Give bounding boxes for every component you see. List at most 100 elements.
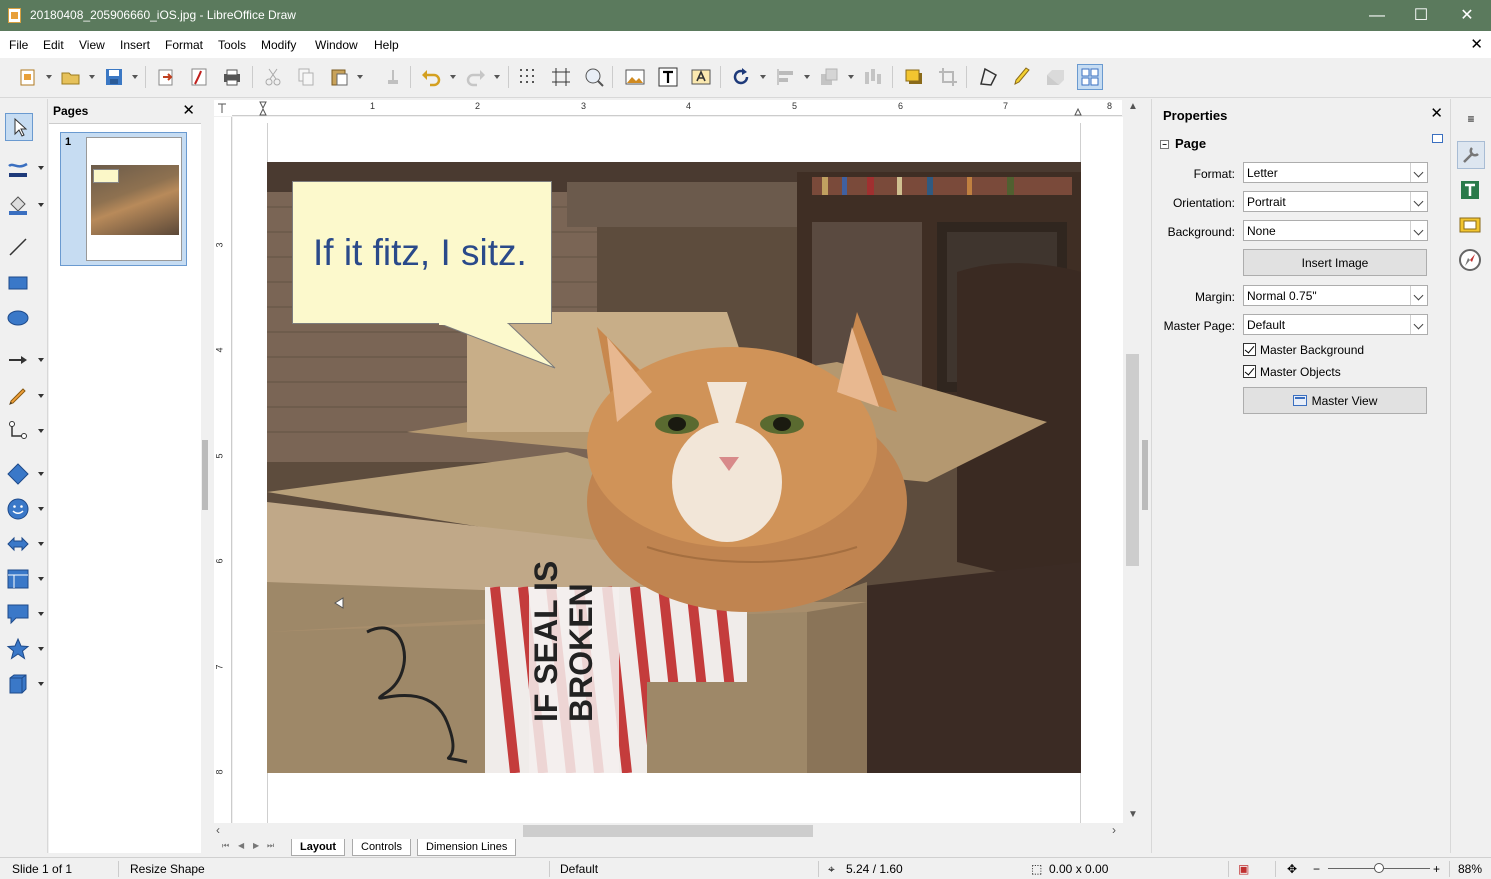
first-tab-icon[interactable]: ⏮ — [222, 841, 229, 851]
callout-text[interactable]: If it fitz, I sitz. — [313, 232, 527, 274]
tab-dimension-lines[interactable]: Dimension Lines — [417, 839, 517, 856]
minimize-button[interactable]: — — [1354, 0, 1400, 31]
format-dropdown[interactable]: Letter — [1243, 162, 1428, 183]
last-tab-icon[interactable]: ⏭ — [267, 841, 274, 851]
ellipse-icon[interactable] — [6, 306, 30, 330]
block-arrows-icon[interactable] — [6, 532, 30, 556]
curve-icon[interactable] — [6, 384, 30, 408]
checkbox-checked-icon[interactable] — [1243, 343, 1256, 356]
document-modified-icon[interactable]: ▣ — [1238, 862, 1249, 876]
fontwork-icon[interactable] — [690, 66, 712, 88]
basic-shapes-icon[interactable] — [6, 462, 30, 486]
new-icon[interactable] — [17, 66, 39, 88]
clone-formatting-icon[interactable] — [382, 66, 404, 88]
horizontal-ruler[interactable]: 1 2 3 4 5 6 7 8 — [232, 100, 1122, 116]
vertical-scrollbar[interactable]: ▲ ▼ — [1124, 99, 1141, 825]
menu-window[interactable]: Window — [315, 38, 358, 52]
page-section-header[interactable]: − Page — [1160, 136, 1206, 151]
grid-icon[interactable] — [517, 66, 539, 88]
chevron-down-icon[interactable] — [1410, 192, 1427, 211]
left-pane-splitter[interactable] — [202, 440, 208, 510]
zoom-in-button[interactable]: + — [1433, 862, 1440, 876]
stars-icon[interactable] — [6, 637, 30, 661]
selection-handle[interactable] — [333, 597, 347, 609]
checkbox-checked-icon[interactable] — [1243, 365, 1256, 378]
rectangle-icon[interactable] — [6, 271, 30, 295]
menu-format[interactable]: Format — [165, 38, 203, 52]
close-document-button[interactable]: ✕ — [1470, 35, 1483, 53]
scroll-right-icon[interactable]: › — [1112, 823, 1116, 837]
menu-edit[interactable]: Edit — [43, 38, 64, 52]
tab-layout[interactable]: Layout — [291, 839, 346, 856]
next-tab-icon[interactable]: ▶ — [253, 841, 259, 850]
zoom-level[interactable]: 88% — [1458, 862, 1482, 876]
export-pdf-icon[interactable] — [188, 66, 210, 88]
right-pane-splitter[interactable] — [1142, 440, 1148, 510]
export-icon[interactable] — [155, 66, 177, 88]
master-page-indicator[interactable]: Default — [560, 862, 598, 876]
line-arrow-icon[interactable] — [6, 348, 30, 372]
styles-deck-icon[interactable] — [1457, 177, 1485, 205]
crop-icon[interactable] — [937, 66, 959, 88]
flowchart-icon[interactable] — [6, 567, 30, 591]
helplines-icon[interactable] — [550, 66, 572, 88]
select-mode-icon[interactable] — [1077, 64, 1103, 90]
horizontal-scrollbar[interactable]: ‹ › — [214, 823, 1124, 839]
callouts-icon[interactable] — [6, 602, 30, 626]
undo-icon[interactable] — [420, 66, 442, 88]
zoom-out-button[interactable]: − — [1313, 862, 1320, 876]
scroll-down-icon[interactable]: ▼ — [1128, 809, 1138, 820]
rotate-icon[interactable] — [730, 66, 752, 88]
speech-bubble-callout[interactable]: If it fitz, I sitz. — [292, 181, 552, 324]
zoom-pan-icon[interactable] — [583, 66, 605, 88]
more-options-icon[interactable] — [1432, 134, 1443, 143]
background-dropdown[interactable]: None — [1243, 220, 1428, 241]
align-icon[interactable] — [775, 66, 797, 88]
vertical-scroll-thumb[interactable] — [1126, 354, 1139, 566]
line-color-icon[interactable] — [6, 156, 30, 180]
menu-help[interactable]: Help — [374, 38, 399, 52]
close-window-button[interactable]: ✕ — [1444, 0, 1490, 31]
menu-modify[interactable]: Modify — [261, 38, 296, 52]
scroll-up-icon[interactable]: ▲ — [1128, 101, 1138, 112]
line-icon[interactable] — [6, 235, 30, 259]
chevron-down-icon[interactable] — [1410, 315, 1427, 334]
3d-objects-icon[interactable] — [6, 672, 30, 696]
page-thumbnail-1[interactable]: 1 — [60, 132, 187, 266]
arrange-icon[interactable] — [818, 66, 840, 88]
paste-icon[interactable] — [328, 66, 350, 88]
margin-dropdown[interactable]: Normal 0.75" — [1243, 285, 1428, 306]
drawing-canvas[interactable]: IF SEAL IS BROKEN If it fitz, I sitz. — [233, 117, 1123, 823]
shadow-icon[interactable] — [903, 66, 925, 88]
prev-tab-icon[interactable]: ◀ — [238, 841, 244, 850]
master-page-dropdown[interactable]: Default — [1243, 314, 1428, 335]
copy-icon[interactable] — [295, 66, 317, 88]
redo-icon[interactable] — [465, 66, 487, 88]
cut-icon[interactable] — [262, 66, 284, 88]
master-view-button[interactable]: Master View — [1243, 387, 1427, 414]
glue-points-icon[interactable] — [1011, 66, 1033, 88]
maximize-button[interactable]: ☐ — [1398, 0, 1444, 31]
fit-page-icon[interactable]: ✥ — [1287, 862, 1297, 876]
image-icon[interactable] — [624, 66, 646, 88]
symbol-shapes-icon[interactable] — [6, 497, 30, 521]
collapse-icon[interactable]: − — [1160, 140, 1169, 149]
gallery-deck-icon[interactable] — [1457, 211, 1485, 239]
master-background-checkbox[interactable]: Master Background — [1243, 343, 1364, 357]
select-icon[interactable] — [5, 113, 33, 141]
connector-icon[interactable] — [6, 419, 30, 443]
sidebar-close-button[interactable]: ✕ — [1430, 104, 1443, 122]
menu-tools[interactable]: Tools — [218, 38, 246, 52]
menu-file[interactable]: File — [9, 38, 28, 52]
master-objects-checkbox[interactable]: Master Objects — [1243, 365, 1341, 379]
horizontal-scroll-thumb[interactable] — [523, 825, 813, 837]
menu-view[interactable]: View — [79, 38, 105, 52]
fill-color-icon[interactable] — [6, 193, 30, 217]
save-icon[interactable] — [103, 66, 125, 88]
sidebar-menu-icon[interactable]: ≡ — [1457, 105, 1485, 133]
scroll-left-icon[interactable]: ‹ — [216, 823, 220, 837]
zoom-slider-handle[interactable] — [1374, 863, 1384, 873]
tab-controls[interactable]: Controls — [352, 839, 411, 856]
chevron-down-icon[interactable] — [1410, 286, 1427, 305]
chevron-down-icon[interactable] — [1410, 163, 1427, 182]
